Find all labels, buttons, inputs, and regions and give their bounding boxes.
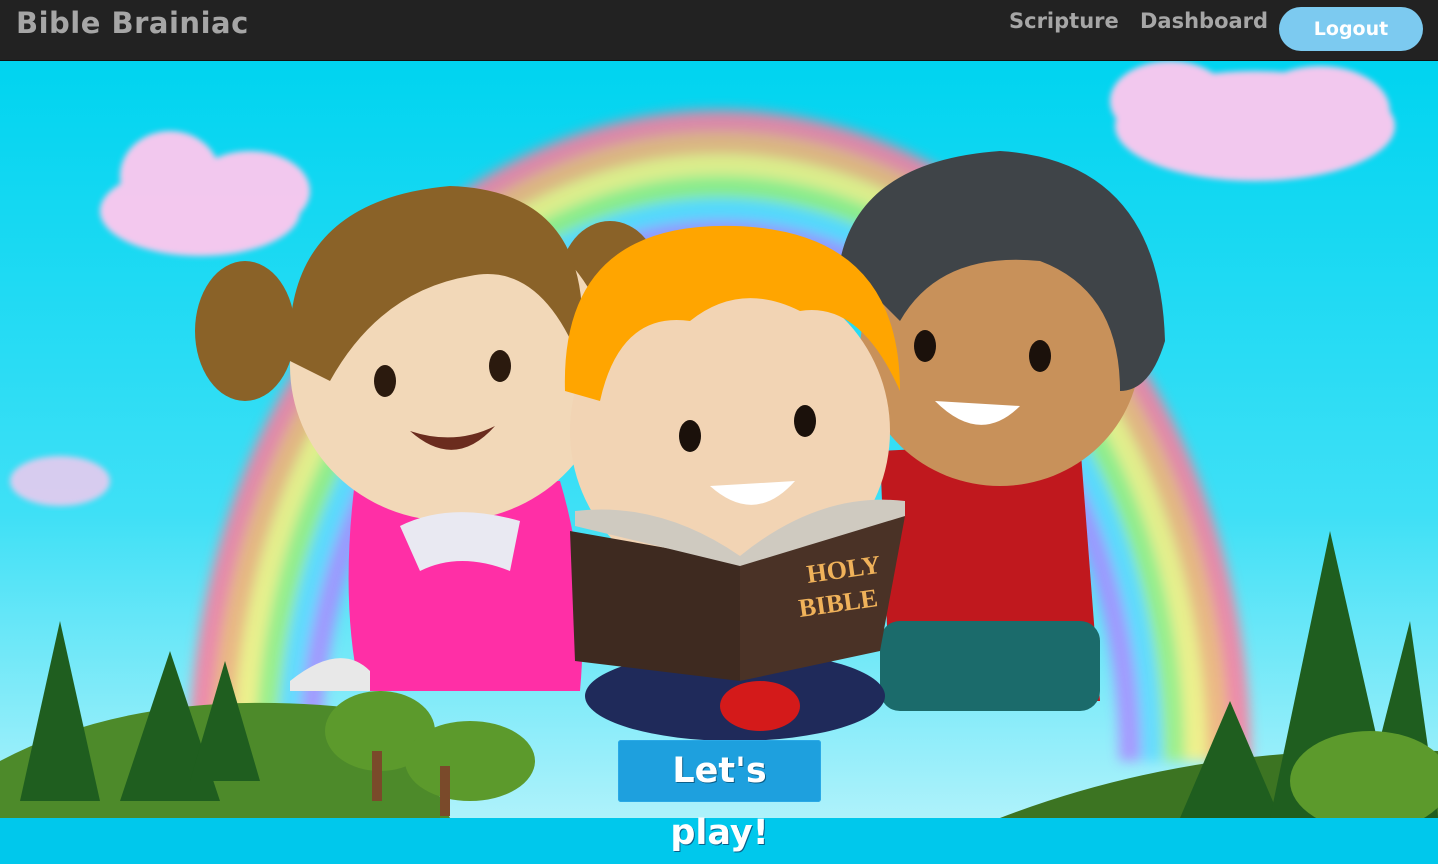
nav-link-dashboard[interactable]: Dashboard: [1140, 9, 1268, 33]
top-navbar: Bible Brainiac Scripture Dashboard Logou…: [0, 0, 1438, 61]
girl-ponytail-left: [195, 261, 295, 401]
girl-eye: [489, 350, 511, 382]
cloud: [1110, 61, 1395, 181]
girl-eye: [374, 365, 396, 397]
nav-link-scripture[interactable]: Scripture: [1009, 9, 1119, 33]
logout-button[interactable]: Logout: [1279, 7, 1423, 51]
brand-title[interactable]: Bible Brainiac: [16, 6, 249, 40]
hero-illustration: HOLY BIBLE: [0, 61, 1438, 818]
hero-scene: HOLY BIBLE: [0, 61, 1438, 818]
cloud: [10, 456, 110, 506]
lets-play-button[interactable]: Let's play!: [618, 740, 821, 853]
boy-curly-pants: [880, 621, 1100, 711]
